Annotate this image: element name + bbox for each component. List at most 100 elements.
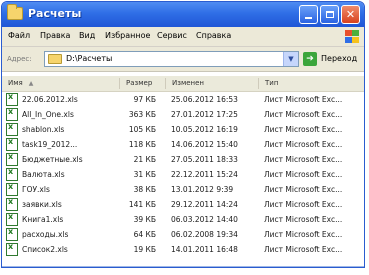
column-name-header[interactable]: Имя ▲ bbox=[8, 79, 33, 87]
file-row[interactable]: task19_2012... 118 КБ 14.06.2012 15:40 Л… bbox=[2, 137, 364, 153]
menu-help[interactable]: Справка bbox=[196, 31, 231, 40]
menu-bar: Файл Правка Вид Избранное Сервис Справка bbox=[2, 27, 364, 47]
explorer-window: Расчеты ✕ Файл Правка Вид Избранное Серв… bbox=[1, 1, 365, 268]
menu-file[interactable]: Файл bbox=[8, 31, 30, 40]
excel-file-icon bbox=[6, 167, 18, 181]
maximize-icon bbox=[325, 11, 334, 18]
excel-file-icon bbox=[6, 122, 18, 136]
file-name: заявки.xls bbox=[22, 200, 62, 209]
file-size: 118 КБ bbox=[128, 140, 156, 149]
file-name: Валюта.xls bbox=[22, 170, 65, 179]
file-row[interactable]: заявки.xls 141 КБ 29.12.2011 14:24 Лист … bbox=[2, 197, 364, 213]
file-modified: 25.06.2012 16:53 bbox=[171, 95, 238, 104]
title-bar[interactable]: Расчеты ✕ bbox=[2, 2, 364, 27]
menu-tools[interactable]: Сервис bbox=[157, 31, 187, 40]
file-type: Лист Microsoft Exc... bbox=[264, 185, 343, 194]
file-name: shablon.xls bbox=[22, 125, 65, 134]
file-size: 141 КБ bbox=[128, 200, 156, 209]
file-row[interactable]: Валюта.xls 31 КБ 22.12.2011 15:24 Лист M… bbox=[2, 167, 364, 183]
file-modified: 13.01.2012 9:39 bbox=[171, 185, 234, 194]
minimize-icon bbox=[305, 16, 312, 19]
file-type: Лист Microsoft Exc... bbox=[264, 95, 343, 104]
file-type: Лист Microsoft Exc... bbox=[264, 200, 343, 209]
file-modified: 29.12.2011 14:24 bbox=[171, 200, 238, 209]
file-name: расходы.xls bbox=[22, 230, 69, 239]
file-type: Лист Microsoft Exc... bbox=[264, 140, 343, 149]
file-row[interactable]: расходы.xls 64 КБ 06.02.2008 19:34 Лист … bbox=[2, 227, 364, 243]
file-name: All_In_One.xls bbox=[22, 110, 74, 119]
file-modified: 22.12.2011 15:24 bbox=[171, 170, 238, 179]
excel-file-icon bbox=[6, 137, 18, 151]
file-row[interactable]: Список2.xls 19 КБ 14.01.2011 16:48 Лист … bbox=[2, 242, 364, 258]
window-title: Расчеты bbox=[28, 7, 82, 20]
column-modified-header[interactable]: Изменен bbox=[172, 79, 204, 87]
file-name: Книга1.xls bbox=[22, 215, 64, 224]
file-name: task19_2012... bbox=[22, 140, 78, 149]
excel-file-icon bbox=[6, 107, 18, 121]
file-size: 97 КБ bbox=[133, 95, 156, 104]
file-row[interactable]: ГОУ.xls 38 КБ 13.01.2012 9:39 Лист Micro… bbox=[2, 182, 364, 198]
column-type-header[interactable]: Тип bbox=[265, 79, 278, 87]
excel-file-icon bbox=[6, 242, 18, 256]
file-type: Лист Microsoft Exc... bbox=[264, 170, 343, 179]
file-type: Лист Microsoft Exc... bbox=[264, 125, 343, 134]
file-row[interactable]: shablon.xls 105 КБ 10.05.2012 16:19 Лист… bbox=[2, 122, 364, 138]
excel-file-icon bbox=[6, 227, 18, 241]
file-type: Лист Microsoft Exc... bbox=[264, 245, 343, 254]
file-size: 31 КБ bbox=[133, 170, 156, 179]
file-modified: 27.01.2012 17:25 bbox=[171, 110, 238, 119]
go-label: Переход bbox=[321, 54, 358, 63]
excel-file-icon bbox=[6, 212, 18, 226]
close-icon: ✕ bbox=[345, 8, 356, 21]
folder-icon bbox=[7, 4, 23, 20]
file-modified: 10.05.2012 16:19 bbox=[171, 125, 238, 134]
close-button[interactable]: ✕ bbox=[341, 5, 360, 24]
file-modified: 14.01.2011 16:48 bbox=[171, 245, 238, 254]
file-size: 105 КБ bbox=[128, 125, 156, 134]
file-modified: 27.05.2011 18:33 bbox=[171, 155, 238, 164]
menu-view[interactable]: Вид bbox=[79, 31, 95, 40]
file-size: 39 КБ bbox=[133, 215, 156, 224]
address-field[interactable]: D:\Расчеты ▼ bbox=[44, 51, 299, 67]
sort-up-icon: ▲ bbox=[28, 80, 34, 87]
go-button[interactable]: ➔ Переход bbox=[303, 51, 363, 67]
file-size: 38 КБ bbox=[133, 185, 156, 194]
file-modified: 06.03.2012 14:40 bbox=[171, 215, 238, 224]
file-size: 19 КБ bbox=[133, 245, 156, 254]
file-size: 21 КБ bbox=[133, 155, 156, 164]
file-size: 363 КБ bbox=[128, 110, 156, 119]
address-value[interactable]: D:\Расчеты bbox=[66, 54, 112, 63]
file-modified: 06.02.2008 19:34 bbox=[171, 230, 238, 239]
windows-logo-icon bbox=[344, 29, 360, 44]
address-label: Адрес: bbox=[7, 55, 32, 63]
file-size: 64 КБ bbox=[133, 230, 156, 239]
file-row[interactable]: 22.06.2012.xls 97 КБ 25.06.2012 16:53 Ли… bbox=[2, 92, 364, 108]
window-bottom-edge bbox=[2, 266, 364, 267]
column-size-header[interactable]: Размер bbox=[126, 79, 152, 87]
arrow-right-icon: ➔ bbox=[303, 52, 317, 66]
excel-file-icon bbox=[6, 182, 18, 196]
file-row[interactable]: All_In_One.xls 363 КБ 27.01.2012 17:25 Л… bbox=[2, 107, 364, 123]
file-name: Бюджетные.xls bbox=[22, 155, 83, 164]
file-type: Лист Microsoft Exc... bbox=[264, 155, 343, 164]
file-row[interactable]: Бюджетные.xls 21 КБ 27.05.2011 18:33 Лис… bbox=[2, 152, 364, 168]
menu-favorites[interactable]: Избранное bbox=[105, 31, 150, 40]
chevron-down-icon[interactable]: ▼ bbox=[283, 52, 298, 66]
file-type: Лист Microsoft Exc... bbox=[264, 215, 343, 224]
maximize-button[interactable] bbox=[320, 5, 339, 24]
file-type: Лист Microsoft Exc... bbox=[264, 110, 343, 119]
file-modified: 14.06.2012 15:40 bbox=[171, 140, 238, 149]
file-type: Лист Microsoft Exc... bbox=[264, 230, 343, 239]
folder-icon bbox=[48, 54, 62, 64]
file-row[interactable]: Книга1.xls 39 КБ 06.03.2012 14:40 Лист M… bbox=[2, 212, 364, 228]
file-name: 22.06.2012.xls bbox=[22, 95, 78, 104]
menu-edit[interactable]: Правка bbox=[40, 31, 70, 40]
excel-file-icon bbox=[6, 152, 18, 166]
address-bar: Адрес: D:\Расчеты ▼ ➔ Переход bbox=[2, 47, 364, 72]
excel-file-icon bbox=[6, 92, 18, 106]
excel-file-icon bbox=[6, 197, 18, 211]
file-name: Список2.xls bbox=[22, 245, 68, 254]
list-header: Имя ▲ Размер Изменен Тип bbox=[2, 76, 364, 92]
file-name: ГОУ.xls bbox=[22, 185, 50, 194]
minimize-button[interactable] bbox=[299, 5, 318, 24]
